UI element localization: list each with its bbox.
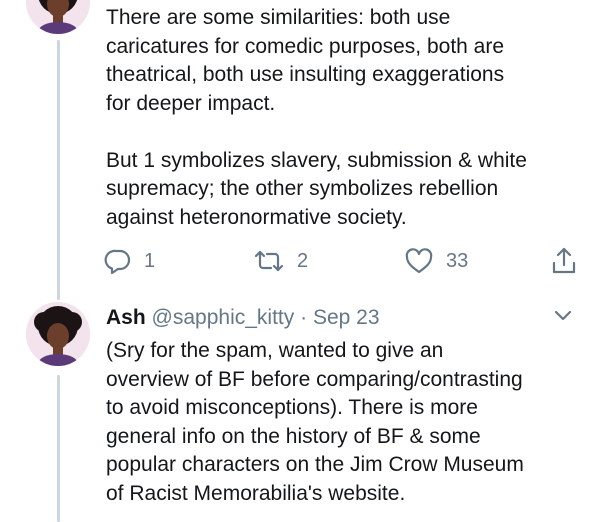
reply-count: 1 bbox=[144, 249, 156, 272]
display-name[interactable]: Ash bbox=[106, 306, 146, 329]
retweet-button[interactable]: 2 bbox=[253, 243, 308, 279]
separator: · bbox=[300, 306, 308, 329]
share-icon bbox=[550, 246, 578, 276]
timestamp[interactable]: Sep 23 bbox=[313, 306, 380, 329]
reply-icon bbox=[104, 247, 132, 275]
retweet-count: 2 bbox=[297, 249, 309, 272]
tweet-actions: 1 2 33 bbox=[104, 243, 584, 279]
reply-button[interactable]: 1 bbox=[104, 243, 155, 279]
thread-line-bottom bbox=[57, 375, 60, 522]
tweet-text: (Sry for the spam, wanted to give an ove… bbox=[106, 339, 524, 505]
tweet-text: There are some similarities: both use ca… bbox=[106, 6, 527, 229]
like-count: 33 bbox=[446, 249, 469, 272]
heart-icon bbox=[404, 247, 434, 275]
share-button[interactable] bbox=[550, 243, 578, 279]
like-button[interactable]: 33 bbox=[404, 243, 468, 279]
chevron-down-icon bbox=[553, 309, 573, 326]
avatar[interactable] bbox=[26, 0, 90, 34]
retweet-icon bbox=[253, 247, 285, 275]
handle[interactable]: @sapphic_kitty bbox=[152, 306, 295, 329]
avatar[interactable] bbox=[26, 302, 90, 366]
thread-line-top bbox=[57, 40, 60, 300]
tweet-header: Ash @sapphic_kitty · Sep 23 bbox=[106, 304, 380, 332]
more-options-button[interactable] bbox=[553, 308, 573, 327]
